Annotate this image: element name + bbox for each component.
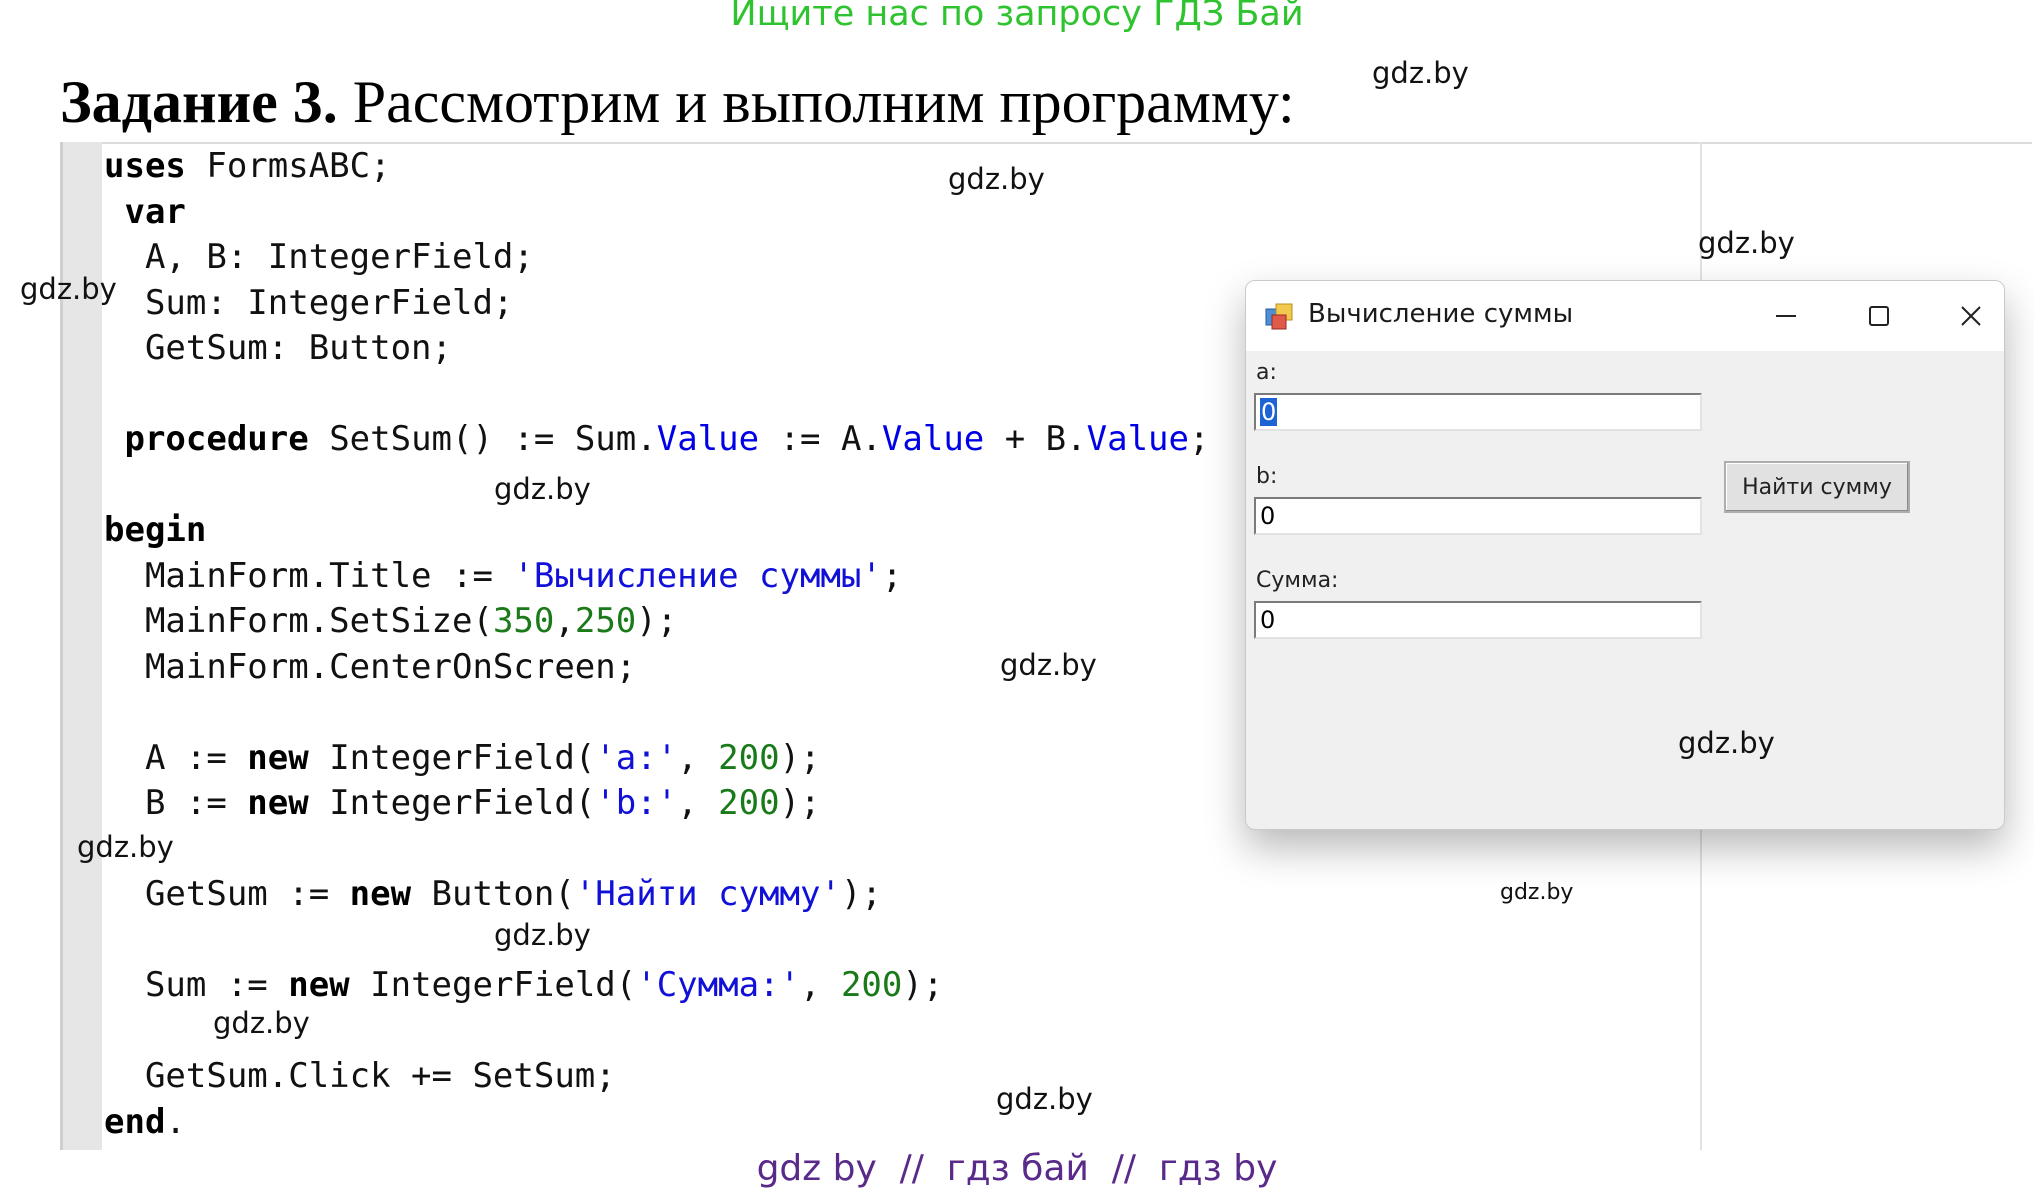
code-line: var xyxy=(124,191,186,232)
code-line: begin xyxy=(104,510,207,550)
code-line: procedure SetSum() := Sum.Value := A.Val… xyxy=(124,419,1210,459)
watermark: gdz.by xyxy=(494,472,591,506)
sum-input[interactable]: 0 xyxy=(1254,601,1702,639)
sum-label: Сумма: xyxy=(1256,568,1339,593)
minimize-icon[interactable] xyxy=(1751,293,1821,339)
search-banner: Ищите нас по запросу ГДЗ Бай xyxy=(730,0,1304,34)
app-window: Вычисление суммы a: 0 b: 0 Найти сумму С… xyxy=(1245,280,2005,830)
find-sum-button[interactable]: Найти сумму xyxy=(1724,461,1910,513)
field-b-input[interactable]: 0 xyxy=(1254,497,1702,535)
field-b-label: b: xyxy=(1256,464,1278,489)
watermark: gdz.by xyxy=(996,1082,1093,1116)
watermark: gdz.by xyxy=(1372,56,1469,90)
task-number: Задание 3. xyxy=(60,69,338,135)
close-icon[interactable] xyxy=(1936,293,2004,339)
watermark: gdz.by xyxy=(20,272,117,306)
winforms-app-icon xyxy=(1264,302,1294,332)
field-a-label: a: xyxy=(1256,360,1277,385)
task-text: Рассмотрим и выполним программу: xyxy=(337,69,1295,135)
code-line: Sum: IntegerField; xyxy=(104,282,514,323)
field-a-input[interactable]: 0 xyxy=(1254,393,1702,431)
watermark: gdz.by xyxy=(1500,880,1574,905)
code-line: GetSum: Button; xyxy=(104,328,452,368)
code-line: A, B: IntegerField; xyxy=(104,237,534,277)
window-titlebar: Вычисление суммы xyxy=(1246,281,2004,351)
watermark: gdz.by xyxy=(494,918,591,952)
code-line: Sum := new IntegerField('Сумма:', 200); xyxy=(104,965,944,1005)
code-listing: uses FormsABC; var A, B: IntegerField; S… xyxy=(104,144,1209,1145)
code-line: MainForm.Title := 'Вычисление суммы'; xyxy=(104,555,903,596)
watermark: gdz.by xyxy=(77,830,174,864)
code-line: B := new IntegerField('b:', 200); xyxy=(104,783,821,823)
code-line: A := new IntegerField('a:', 200); xyxy=(104,737,821,778)
field-a-value: 0 xyxy=(1260,398,1278,426)
watermark: gdz.by xyxy=(1678,726,1775,760)
watermark: gdz.by xyxy=(1000,648,1097,682)
watermark: gdz.by xyxy=(948,162,1045,196)
watermark: gdz.by xyxy=(1698,226,1795,260)
code-line: MainForm.SetSize(350,250); xyxy=(104,601,678,641)
task-heading: Задание 3. Рассмотрим и выполним програм… xyxy=(60,68,1295,137)
watermark: gdz.by xyxy=(213,1006,310,1040)
window-title: Вычисление суммы xyxy=(1308,299,1574,329)
footer-links: gdz by // гдз бай // гдз by xyxy=(756,1148,1278,1189)
code-line: GetSum := new Button('Найти сумму'); xyxy=(104,874,882,914)
maximize-icon[interactable] xyxy=(1844,293,1914,339)
